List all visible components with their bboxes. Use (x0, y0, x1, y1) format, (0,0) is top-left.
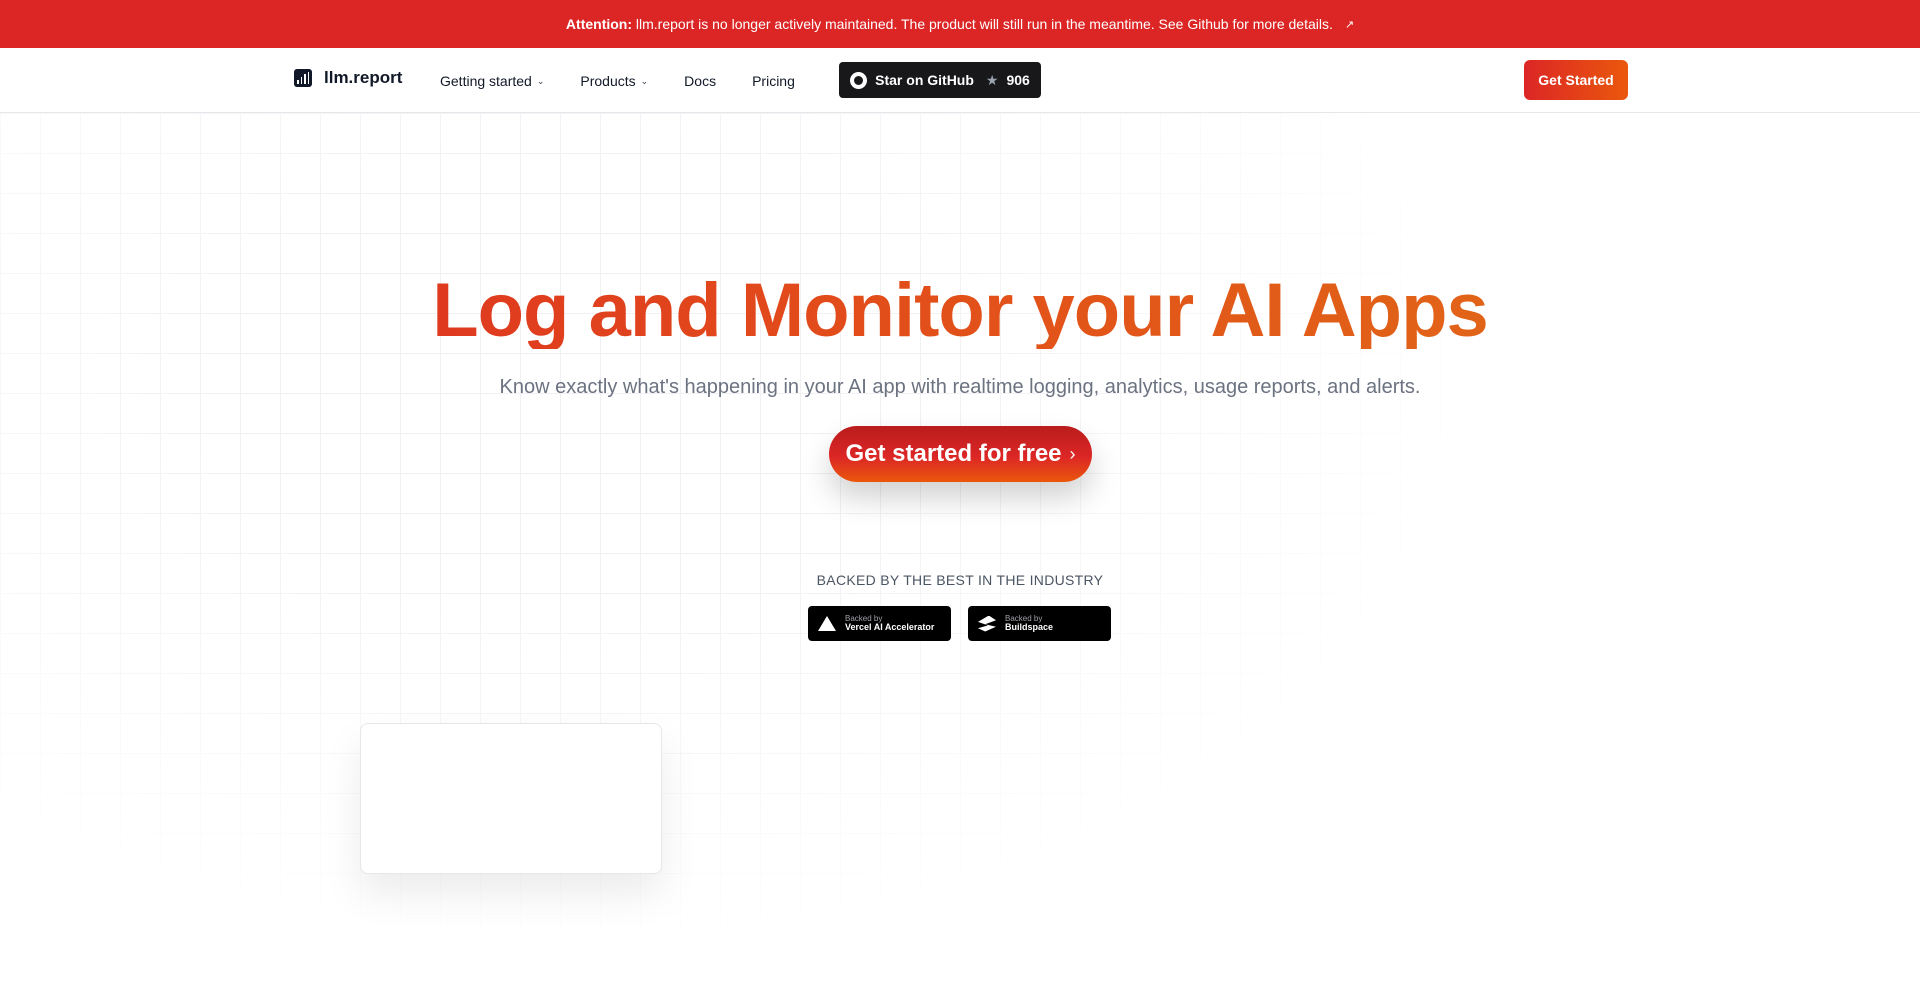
vercel-badge-name: Vercel AI Accelerator (845, 621, 935, 632)
banner-text: Attention: llm.report is no longer activ… (566, 16, 1333, 32)
grid-background (0, 113, 1920, 1000)
github-star-button[interactable]: Star on GitHub ★ 906 (839, 62, 1041, 98)
github-star-count: 906 (1006, 72, 1030, 88)
nav-docs-label: Docs (684, 72, 717, 89)
chevron-down-icon: ⌄ (640, 76, 649, 86)
brand[interactable]: llm.report (294, 68, 402, 88)
get-started-free-label: Get started for free (845, 440, 1062, 467)
hero-title: Log and Monitor your AI Apps (0, 273, 1920, 349)
get-started-button[interactable]: Get Started (1524, 60, 1628, 100)
nav-products-label: Products (580, 72, 636, 89)
star-icon: ★ (985, 71, 999, 88)
external-link-icon[interactable]: ↗ (1345, 18, 1354, 31)
github-icon (850, 71, 868, 89)
hero-subtitle: Know exactly what's happening in your AI… (499, 376, 1421, 398)
banner-message: llm.report is no longer actively maintai… (635, 16, 1333, 32)
top-nav: llm.report Getting started ⌄ Products ⌄ … (0, 48, 1920, 113)
vercel-triangle-icon (817, 615, 837, 633)
vercel-badge[interactable]: Backed by Vercel AI Accelerator (808, 606, 951, 641)
nav-getting-started-label: Getting started (440, 72, 532, 89)
nav-getting-started[interactable]: Getting started ⌄ (440, 73, 544, 89)
backed-by-heading: BACKED BY THE BEST IN THE INDUSTRY (816, 572, 1104, 588)
nav-pricing[interactable]: Pricing (752, 73, 795, 89)
buildspace-icon (977, 615, 997, 633)
github-star-label: Star on GitHub (875, 72, 974, 88)
preview-card (360, 723, 662, 874)
chevron-right-icon: › (1069, 443, 1076, 464)
buildspace-badge-name: Buildspace (1005, 621, 1054, 632)
buildspace-badge[interactable]: Backed by Buildspace (968, 606, 1111, 641)
bar-chart-logo-icon (294, 69, 312, 87)
backer-badges: Backed by Vercel AI Accelerator Backed b… (808, 606, 1111, 641)
announcement-banner[interactable]: Attention: llm.report is no longer activ… (0, 0, 1920, 48)
nav-links: Getting started ⌄ Products ⌄ Docs Pricin… (440, 48, 831, 113)
banner-prefix: Attention: (565, 16, 633, 32)
nav-pricing-label: Pricing (752, 72, 795, 89)
chevron-down-icon: ⌄ (536, 76, 545, 86)
get-started-free-button[interactable]: Get started for free › (829, 426, 1092, 482)
brand-name: llm.report (324, 68, 403, 87)
nav-docs[interactable]: Docs (684, 73, 716, 89)
nav-products[interactable]: Products ⌄ (580, 73, 648, 89)
